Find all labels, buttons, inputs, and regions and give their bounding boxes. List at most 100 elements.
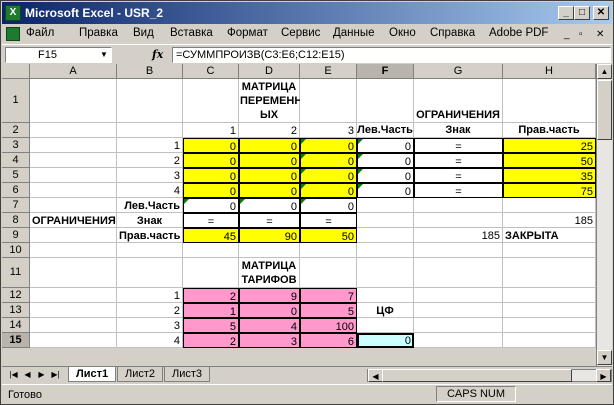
column-header-c[interactable]: C (183, 64, 239, 79)
cell-e5[interactable]: 0 (300, 168, 357, 183)
workbook-icon[interactable] (6, 27, 20, 41)
cell-e9[interactable]: 50 (300, 228, 357, 243)
cell-e8[interactable]: = (300, 213, 357, 228)
cell-a3[interactable] (30, 138, 117, 153)
cell-e2[interactable]: 3 (300, 123, 357, 138)
scroll-down-icon[interactable]: ▼ (597, 350, 612, 365)
horizontal-scroll-thumb[interactable] (382, 369, 572, 382)
doc-close-button[interactable]: ✕ (596, 29, 604, 40)
prev-sheet-icon[interactable]: ◀ (22, 369, 33, 381)
cell-f10[interactable] (357, 243, 414, 258)
cell-e10[interactable] (300, 243, 357, 258)
column-header-d[interactable]: D (239, 64, 300, 79)
row-header-8[interactable]: 8 (2, 213, 30, 228)
cell-b8[interactable]: Знак (117, 213, 183, 228)
cell-a14[interactable] (30, 318, 117, 333)
row-header-1[interactable]: 1 (2, 79, 30, 123)
cell-c7[interactable]: 0 (183, 198, 239, 213)
cell-h6[interactable]: 75 (503, 183, 596, 198)
cell-g10[interactable] (414, 243, 503, 258)
cell-h3[interactable]: 25 (503, 138, 596, 153)
vertical-scrollbar[interactable]: ▲ ▼ (596, 64, 612, 366)
cell-f13[interactable]: ЦФ (357, 303, 414, 318)
cell-a13[interactable] (30, 303, 117, 318)
cell-e13[interactable]: 5 (300, 303, 357, 318)
row-header-14[interactable]: 14 (2, 318, 30, 333)
cell-h9[interactable]: ЗАКРЫТА (503, 228, 596, 243)
cell-c11[interactable] (183, 258, 239, 288)
cell-h10[interactable] (503, 243, 596, 258)
cell-g7[interactable] (414, 198, 503, 213)
cell-a8[interactable]: ОГРАНИЧЕНИЯ (30, 213, 117, 228)
cell-d4[interactable]: 0 (239, 153, 300, 168)
cell-f14[interactable] (357, 318, 414, 333)
cell-b6[interactable]: 4 (117, 183, 183, 198)
cell-g9[interactable]: 185 (414, 228, 503, 243)
cell-g4[interactable]: = (414, 153, 503, 168)
horizontal-scrollbar[interactable]: ◀ ▶ (367, 369, 612, 382)
cell-h14[interactable] (503, 318, 596, 333)
cell-d11[interactable]: МАТРИЦА ТАРИФОВ (239, 258, 300, 288)
cell-d6[interactable]: 0 (239, 183, 300, 198)
row-header-13[interactable]: 13 (2, 303, 30, 318)
cell-c8[interactable]: = (183, 213, 239, 228)
cell-h8[interactable]: 185 (503, 213, 596, 228)
cell-g3[interactable]: = (414, 138, 503, 153)
cell-a4[interactable] (30, 153, 117, 168)
menu-data[interactable]: Данные (333, 27, 375, 39)
cell-b4[interactable]: 2 (117, 153, 183, 168)
row-header-10[interactable]: 10 (2, 243, 30, 258)
menu-insert[interactable]: Вставка (170, 27, 213, 39)
cell-a7[interactable] (30, 198, 117, 213)
cell-f2[interactable]: Лев.Часть (357, 123, 414, 138)
menu-edit[interactable]: Правка (79, 27, 118, 39)
cell-a6[interactable] (30, 183, 117, 198)
cell-g8[interactable] (414, 213, 503, 228)
cell-a15[interactable] (30, 333, 117, 348)
cell-h15[interactable] (503, 333, 596, 348)
cell-b12[interactable]: 1 (117, 288, 183, 303)
cell-d2[interactable]: 2 (239, 123, 300, 138)
column-header-g[interactable]: G (414, 64, 503, 79)
cell-f3[interactable]: 0 (357, 138, 414, 153)
cell-e7[interactable]: 0 (300, 198, 357, 213)
cell-b2[interactable] (117, 123, 183, 138)
cell-f15-selected[interactable]: 0 (357, 333, 414, 348)
cell-e12[interactable]: 7 (300, 288, 357, 303)
cell-a9[interactable] (30, 228, 117, 243)
row-header-4[interactable]: 4 (2, 153, 30, 168)
cell-b1[interactable] (117, 79, 183, 123)
cell-d8[interactable]: = (239, 213, 300, 228)
maximize-button[interactable]: □ (574, 6, 590, 20)
cell-e15[interactable]: 6 (300, 333, 357, 348)
cell-g11[interactable] (414, 258, 503, 288)
cell-g12[interactable] (414, 288, 503, 303)
cell-c9[interactable]: 45 (183, 228, 239, 243)
cell-c4[interactable]: 0 (183, 153, 239, 168)
menu-help[interactable]: Справка (430, 27, 475, 39)
cell-a10[interactable] (30, 243, 117, 258)
cell-c5[interactable]: 0 (183, 168, 239, 183)
cell-c3[interactable]: 0 (183, 138, 239, 153)
cell-g14[interactable] (414, 318, 503, 333)
cell-h7[interactable] (503, 198, 596, 213)
cell-c10[interactable] (183, 243, 239, 258)
cell-b7[interactable]: Лев.Часть (117, 198, 183, 213)
cell-g2[interactable]: Знак (414, 123, 503, 138)
chevron-down-icon[interactable]: ▼ (98, 49, 110, 61)
cell-g1[interactable]: ОГРАНИЧЕНИЯ (414, 79, 503, 123)
cell-g15[interactable] (414, 333, 503, 348)
cell-d5[interactable]: 0 (239, 168, 300, 183)
cell-b11[interactable] (117, 258, 183, 288)
cell-h12[interactable] (503, 288, 596, 303)
cell-a5[interactable] (30, 168, 117, 183)
cell-b9[interactable]: Прав.часть (117, 228, 183, 243)
column-header-a[interactable]: A (30, 64, 117, 79)
row-header-15[interactable]: 15 (2, 333, 30, 348)
cell-b15[interactable]: 4 (117, 333, 183, 348)
cell-d1[interactable]: МАТРИЦА ПЕРЕМЕНН ЫХ (239, 79, 302, 123)
cell-a2[interactable] (30, 123, 117, 138)
insert-function-icon[interactable]: fx (152, 48, 163, 61)
cell-a12[interactable] (30, 288, 117, 303)
menu-tools[interactable]: Сервис (281, 27, 320, 39)
